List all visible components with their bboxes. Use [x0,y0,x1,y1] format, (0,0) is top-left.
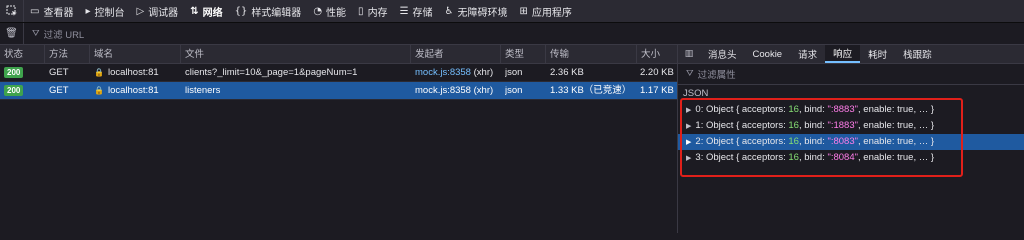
debugger-icon: ▷ [136,5,145,17]
url-filter-input[interactable]: ⛛ 过滤 URL [32,27,84,41]
property-filter-input[interactable]: ⛛ 过滤属性 [678,64,1024,85]
application-icon: ⊞ [519,5,528,17]
expand-arrow-icon[interactable]: ▶ [686,138,691,146]
network-filter-bar: 🗑 ⛛ 过滤 URL [0,22,1024,45]
table-row[interactable]: 200 GET 🔒 localhost:81 clients?_limit=10&… [0,64,677,82]
accessibility-icon: ♿ [444,5,454,17]
inspector-icon: ▭ [30,5,40,17]
network-icon: ⇅ [190,5,199,17]
file-cell: listeners [185,85,221,96]
tab-label: 无障碍环境 [457,7,508,19]
tab-request[interactable]: 请求 [790,45,825,63]
tab-console[interactable]: ▸ 控制台 [79,0,130,22]
filter-icon: ⛛ [32,28,40,39]
column-transferred[interactable]: 传输 [545,45,636,64]
toggle-panel-button[interactable]: ▥ [678,45,700,63]
status-badge: 200 [4,67,24,78]
json-tree-item[interactable]: ▶ 0: Object { acceptors: 16, bind: ":8883… [678,102,1024,118]
devtools-toolbar: ▭ 查看器 ▸ 控制台 ▷ 调试器 ⇅ 网络 {} 样式编辑器 ◔ 性能 ▯ 内存 ☰ 存储 ♿… [0,0,1024,23]
tab-label: 性能 [326,7,347,19]
tab-label: 网络 [202,7,223,19]
type-cell: json [505,67,523,78]
tab-timings[interactable]: 耗时 [860,45,895,63]
expand-arrow-icon[interactable]: ▶ [686,154,691,162]
column-initiator[interactable]: 发起者 [410,45,500,64]
column-file[interactable]: 文件 [180,45,410,64]
tab-style-editor[interactable]: {} 样式编辑器 [229,0,308,22]
column-method[interactable]: 方法 [44,45,89,64]
size-cell: 1.17 KB [640,85,674,96]
tab-label: 存储 [412,7,433,19]
initiator-link[interactable]: mock.js:8358 [415,85,471,96]
tab-performance[interactable]: ◔ 性能 [307,0,352,22]
console-icon: ▸ [85,5,91,17]
lock-icon: 🔒 [94,68,104,77]
initiator-suffix: (xhr) [470,85,494,96]
size-cell: 2.20 KB [640,67,674,78]
tab-label: 调试器 [148,7,179,19]
domain-cell: 🔒 localhost:81 [94,82,180,100]
json-tree-item[interactable]: ▶ 1: Object { acceptors: 16, bind: ":1883… [678,118,1024,134]
lock-icon: 🔒 [94,86,104,95]
tab-storage[interactable]: ☰ 存储 [394,0,439,22]
tab-label: 应用程序 [531,7,572,19]
element-picker-button[interactable] [0,0,24,22]
file-cell: clients?_limit=10&_page=1&pageNum=1 [185,67,358,78]
clear-requests-button[interactable]: 🗑 [0,22,24,45]
request-details-panel: ▥ 消息头 Cookie 请求 响应 耗时 栈跟踪 ⛛ 过滤属性 JSON ▶ 0… [677,45,1024,233]
column-size[interactable]: 大小 [636,45,677,64]
transferred-cell: 2.36 KB [550,67,584,78]
style-editor-icon: {} [234,5,248,17]
tab-response[interactable]: 响应 [825,45,861,63]
domain-text: localhost:81 [107,85,159,96]
tab-cookie[interactable]: Cookie [745,45,791,63]
details-tabs: ▥ 消息头 Cookie 请求 响应 耗时 栈跟踪 [678,45,1024,64]
column-type[interactable]: 类型 [500,45,545,64]
domain-text: localhost:81 [107,67,159,78]
tab-inspector[interactable]: ▭ 查看器 [24,0,79,22]
storage-icon: ☰ [399,5,409,17]
tab-accessibility[interactable]: ♿ 无障碍环境 [439,0,514,22]
column-domain[interactable]: 域名 [89,45,180,64]
memory-icon: ▯ [358,5,364,17]
initiator-suffix: (xhr) [470,67,494,78]
url-filter-placeholder: 过滤 URL [43,29,85,41]
json-tree: ▶ 0: Object { acceptors: 16, bind: ":8883… [678,102,1024,166]
tab-network[interactable]: ⇅ 网络 [184,0,228,22]
tab-debugger[interactable]: ▷ 调试器 [130,0,184,22]
expand-arrow-icon[interactable]: ▶ [686,122,691,130]
performance-icon: ◔ [313,5,323,17]
domain-cell: 🔒 localhost:81 [94,64,180,82]
trash-icon: 🗑 [5,28,18,39]
property-filter-placeholder: 过滤属性 [697,70,736,81]
tab-label: 样式编辑器 [251,7,302,19]
tab-stack-trace[interactable]: 栈跟踪 [895,45,940,63]
initiator-cell[interactable]: mock.js:8358 (xhr) [415,64,500,82]
status-badge: 200 [4,85,24,96]
json-section-label: JSON [683,88,709,99]
tab-headers[interactable]: 消息头 [700,45,745,63]
transferred-cell: 1.33 KB（已竞速） [550,85,632,96]
request-table: 状态 方法 域名 文件 发起者 类型 传输 大小 200 GET 🔒 localh… [0,45,677,100]
tab-label: 控制台 [94,7,125,19]
sidebar-toggle-icon: ▥ [684,49,694,59]
initiator-link[interactable]: mock.js:8358 [415,67,471,78]
table-header: 状态 方法 域名 文件 发起者 类型 传输 大小 [0,45,677,64]
column-status[interactable]: 状态 [0,45,44,64]
json-tree-item[interactable]: ▶ 2: Object { acceptors: 16, bind: ":8083… [678,134,1024,150]
method-cell: GET [49,67,69,78]
element-picker-icon [6,5,17,16]
expand-arrow-icon[interactable]: ▶ [686,106,691,114]
table-row[interactable]: 200 GET 🔒 localhost:81 listeners mock.js:… [0,82,677,100]
tab-application[interactable]: ⊞ 应用程序 [514,0,578,22]
tab-label: 内存 [367,7,388,19]
initiator-cell[interactable]: mock.js:8358 (xhr) [415,82,500,100]
tab-label: 查看器 [43,7,74,19]
json-tree-item[interactable]: ▶ 3: Object { acceptors: 16, bind: ":8084… [678,150,1024,166]
method-cell: GET [49,85,69,96]
type-cell: json [505,85,523,96]
tab-memory[interactable]: ▯ 内存 [352,0,394,22]
filter-icon: ⛛ [686,69,694,79]
